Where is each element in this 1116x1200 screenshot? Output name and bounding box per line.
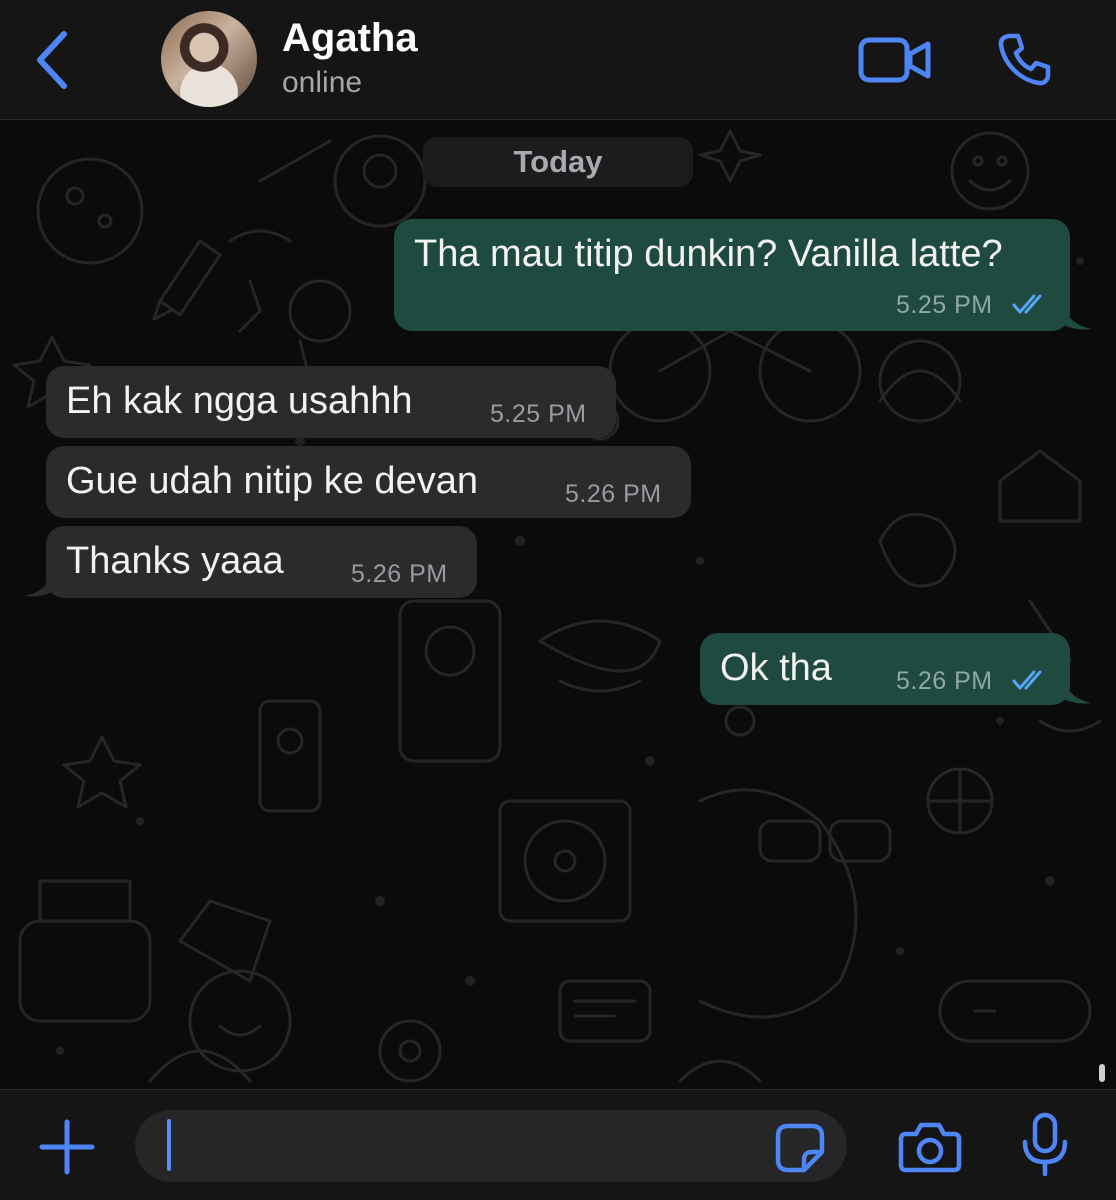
message-text: Thanks yaaa <box>66 540 284 582</box>
message-composer <box>0 1089 1116 1200</box>
message-bubble-incoming[interactable]: Thanks yaaa 5.26 PM <box>46 526 477 598</box>
text-caret <box>167 1119 171 1171</box>
video-camera-icon <box>858 37 931 83</box>
attach-button[interactable] <box>38 1118 96 1176</box>
video-call-button[interactable] <box>858 36 932 84</box>
message-time: 5.26 PM <box>351 560 448 588</box>
message-bubble-outgoing[interactable]: Tha mau titip dunkin? Vanilla latte? 5.2… <box>394 219 1070 331</box>
message-bubble-incoming[interactable]: Gue udah nitip ke devan 5.26 PM <box>46 446 691 518</box>
contact-name[interactable]: Agatha <box>282 16 418 61</box>
microphone-icon <box>1022 1112 1068 1177</box>
sticker-icon <box>775 1123 825 1173</box>
bubble-tail-incoming <box>24 574 52 597</box>
message-bubble-outgoing[interactable]: Ok tha 5.26 PM <box>700 633 1070 705</box>
message-time: 5.25 PM <box>896 291 993 319</box>
back-button[interactable] <box>30 28 74 92</box>
chat-area[interactable]: Today Tha mau titip dunkin? Vanilla latt… <box>0 121 1116 1089</box>
voice-call-button[interactable] <box>996 32 1052 88</box>
contact-status: online <box>282 66 363 99</box>
message-time: 5.26 PM <box>565 480 662 508</box>
scroll-indicator[interactable] <box>1099 1064 1105 1082</box>
message-time: 5.26 PM <box>896 667 993 695</box>
message-text: Tha mau titip dunkin? Vanilla latte? <box>414 233 1003 275</box>
message-bubble-incoming[interactable]: Eh kak ngga usahhh 5.25 PM <box>46 366 616 438</box>
message-time: 5.25 PM <box>490 400 587 428</box>
avatar[interactable] <box>161 11 257 107</box>
date-divider: Today <box>423 137 693 187</box>
phone-icon <box>998 33 1051 86</box>
camera-button[interactable] <box>898 1120 962 1174</box>
message-text: Eh kak ngga usahhh <box>66 380 413 422</box>
camera-icon <box>898 1122 962 1173</box>
message-text: Gue udah nitip ke devan <box>66 460 478 502</box>
double-check-icon <box>1012 294 1042 314</box>
voice-message-button[interactable] <box>1020 1112 1070 1178</box>
back-chevron-icon <box>37 31 67 89</box>
chat-header: Agatha online <box>0 0 1116 120</box>
sticker-button[interactable] <box>774 1122 826 1174</box>
message-input[interactable] <box>135 1110 847 1182</box>
bubble-tail-outgoing <box>1064 307 1092 330</box>
double-check-icon <box>1012 670 1042 690</box>
plus-icon <box>39 1119 95 1175</box>
message-text: Ok tha <box>720 647 832 689</box>
bubble-tail-outgoing <box>1064 681 1092 704</box>
